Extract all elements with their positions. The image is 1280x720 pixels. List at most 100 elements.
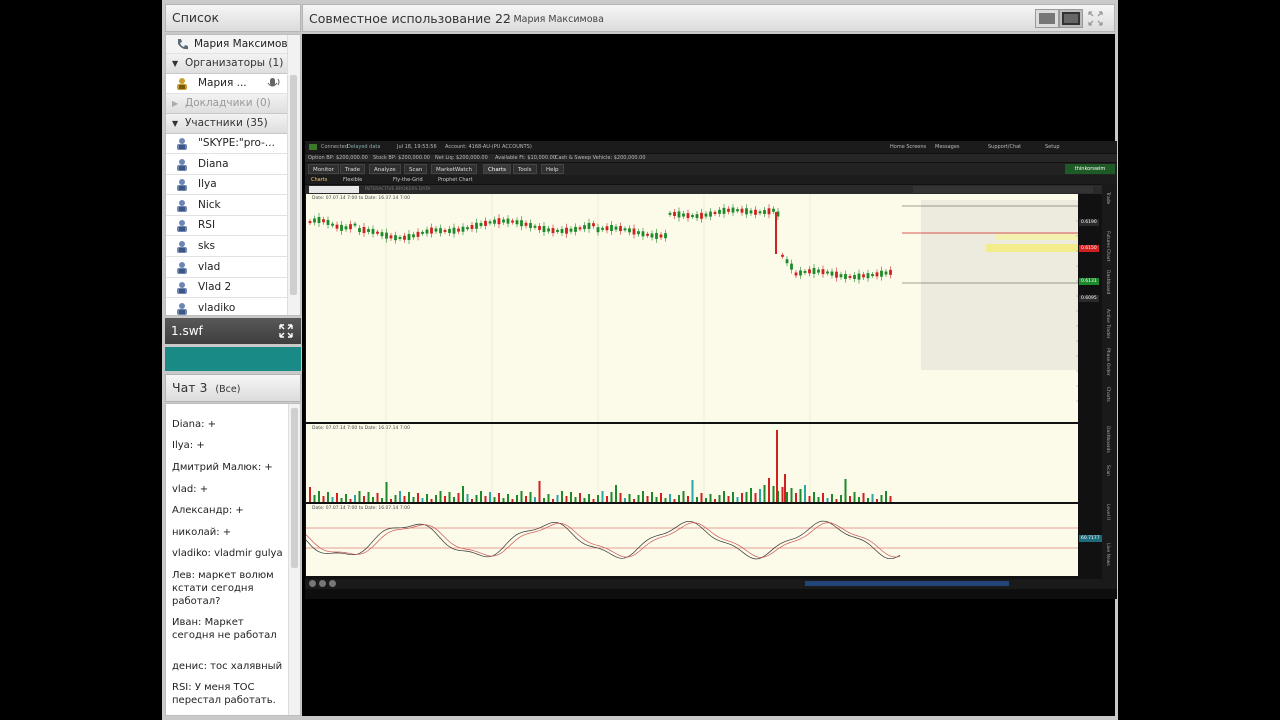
side-tab[interactable]: Futures Chart <box>1105 231 1110 261</box>
volume-bar <box>808 496 811 502</box>
volume-bar <box>349 499 352 502</box>
attendees-scrollbar[interactable] <box>287 35 300 315</box>
price-badge-high: 0.6190 <box>1079 219 1099 226</box>
group-participants[interactable]: ▼ Участники (35) <box>166 114 288 134</box>
candle-body <box>646 233 649 236</box>
candle-body <box>637 231 640 235</box>
side-tab[interactable]: Dashboard <box>1105 270 1110 294</box>
support-chat-link[interactable]: Support/Chat <box>988 144 1021 150</box>
list-item[interactable]: vlad <box>166 258 288 278</box>
subtab-grid[interactable]: Fly-the-Grid <box>393 177 423 183</box>
tab-trade[interactable]: Trade <box>340 164 366 174</box>
side-tab[interactable]: Charts <box>1105 387 1110 402</box>
list-item[interactable]: Vlad 2 <box>166 278 288 299</box>
zoom-in-button[interactable] <box>319 580 326 587</box>
list-item[interactable]: vladiko <box>166 299 288 315</box>
volume-bar <box>628 494 631 502</box>
time-scrollbar[interactable] <box>305 579 1117 589</box>
tab-scan[interactable]: Scan <box>404 164 428 174</box>
side-tab[interactable]: Active Trader <box>1105 309 1110 339</box>
thinkorswim-badge[interactable]: thinkorswim <box>1065 164 1115 174</box>
volume-bar <box>826 498 829 502</box>
side-tab[interactable]: Scan <box>1105 465 1110 476</box>
fit-to-window-icon[interactable] <box>1088 11 1103 26</box>
candle-body <box>452 227 456 234</box>
group-organizers[interactable]: ▼ Организаторы (1) <box>166 54 288 74</box>
tos-status-bar: Connected Delayed data Jul 18, 19:53:56 … <box>305 141 1117 153</box>
chat-message: RSI: У меня ТОС перестал работать. <box>172 681 284 707</box>
home-screens-link[interactable]: Home Screens <box>890 144 926 150</box>
price-pane[interactable]: Date: 07.07.14 7:00 to Date: 16.07.14 7:… <box>306 194 1078 422</box>
side-tab[interactable]: Phase Order <box>1105 348 1110 376</box>
layout-normal-button[interactable] <box>1035 9 1059 28</box>
candle-body <box>358 228 361 233</box>
volume-bar <box>583 498 586 502</box>
candle-body <box>740 208 744 213</box>
tab-help[interactable]: Help <box>541 164 564 174</box>
chat-text: + <box>207 419 217 430</box>
side-tab[interactable]: Live News <box>1105 543 1110 566</box>
subtab-prophet[interactable]: Prophet Chart <box>438 177 473 183</box>
candle-body <box>448 228 451 233</box>
tab-marketwatch[interactable]: MarketWatch <box>431 164 478 174</box>
tab-analyze[interactable]: Analyze <box>369 164 401 174</box>
chat-text: + <box>235 505 244 516</box>
list-item[interactable]: Diana <box>166 155 288 175</box>
presenter-row[interactable]: Мария Максимова <box>166 35 288 54</box>
attendee-name: RSI <box>198 219 216 232</box>
monitor-icon <box>1039 13 1055 24</box>
main-window-header: Совместное использование 22 - Мария Макс… <box>302 4 1115 32</box>
candle-body <box>380 232 384 237</box>
list-item[interactable]: RSI <box>166 216 288 237</box>
layout-fullscreen-button[interactable] <box>1059 9 1083 28</box>
chat-scrollbar[interactable] <box>288 404 300 715</box>
volume-bar <box>705 498 707 502</box>
window-title: Совместное использование 22 <box>309 11 511 26</box>
messages-link[interactable]: Messages <box>935 144 960 150</box>
tab-tools[interactable]: Tools <box>513 164 537 174</box>
symbol-input[interactable] <box>309 186 359 193</box>
side-tab[interactable]: Trade <box>1105 192 1110 204</box>
list-item[interactable]: "SKYPE:"pro-... <box>166 134 288 154</box>
list-item[interactable]: sks <box>166 237 288 257</box>
side-tab[interactable]: Dashboards <box>1105 426 1110 453</box>
oscillator-pane[interactable]: Date: 07.07.14 7:00 to Date: 16.07.14 7:… <box>306 504 1078 576</box>
list-item[interactable]: Nick <box>166 196 288 216</box>
tab-monitor[interactable]: Monitor <box>308 164 339 174</box>
zoom-reset-button[interactable] <box>329 580 336 587</box>
chat-message: Иван: Маркет сегодня не работал <box>172 616 284 642</box>
list-item[interactable]: Ilya <box>166 175 288 196</box>
volume-bar <box>313 495 316 502</box>
candle-body <box>538 225 541 230</box>
candle-body <box>839 274 843 278</box>
expand-icon[interactable] <box>279 324 293 338</box>
candle-body <box>623 228 627 231</box>
scrollbar-thumb[interactable] <box>291 408 298 568</box>
scrollbar-thumb[interactable] <box>290 75 297 295</box>
tab-charts[interactable]: Charts <box>483 164 511 174</box>
candle-body <box>745 208 748 215</box>
volume-bar-spike <box>776 430 778 502</box>
list-item[interactable]: Мария ... <box>166 74 288 94</box>
chat-scope: (Все) <box>215 384 241 395</box>
volume-bar <box>664 498 667 502</box>
subtab-charts[interactable]: Charts <box>311 177 327 183</box>
candle-body <box>520 220 523 227</box>
group-speakers[interactable]: ▶ Докладчики (0) <box>166 94 288 114</box>
volume-bar <box>867 498 869 502</box>
chat-message: Ilya: + <box>172 439 284 452</box>
swf-title: 1.swf <box>171 324 203 338</box>
volume-pane[interactable]: Date: 07.07.14 7:00 to Date: 16.07.14 7:… <box>306 424 1078 502</box>
setup-link[interactable]: Setup <box>1045 144 1060 150</box>
scrollbar-range[interactable] <box>805 581 1009 586</box>
chart-tools[interactable] <box>913 186 1093 193</box>
zoom-out-button[interactable] <box>309 580 316 587</box>
side-tab[interactable]: Level II <box>1105 504 1110 520</box>
organizer-user-icon <box>177 78 187 90</box>
balance-option-bp: Option BP: $200,000.00 <box>308 155 368 161</box>
volume-bar <box>534 497 536 502</box>
candle-body <box>673 211 676 216</box>
subtab-flexible[interactable]: Flexible <box>343 177 362 183</box>
volume-bar <box>853 492 856 502</box>
candle-body <box>709 211 712 217</box>
